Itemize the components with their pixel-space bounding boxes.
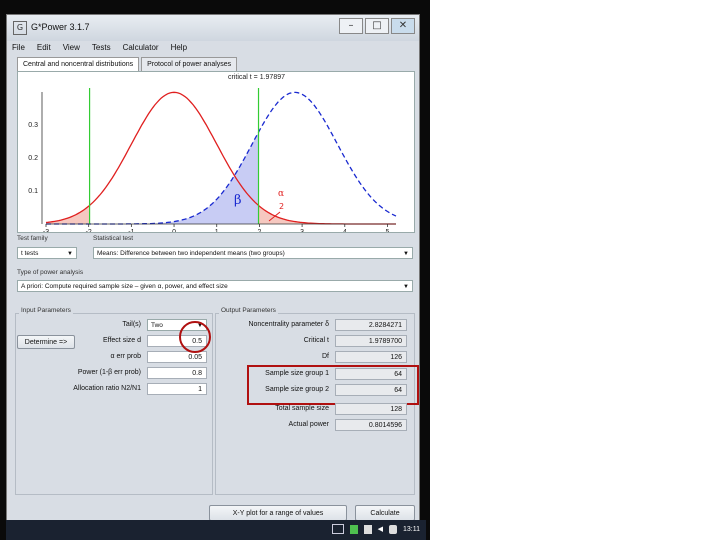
menu-calculator[interactable]: Calculator bbox=[122, 41, 160, 55]
x-tick-label: 5 bbox=[386, 229, 390, 232]
gpower-window: G G*Power 3.1.7 – □ ✕ File Edit View Tes… bbox=[6, 14, 420, 540]
keyboard-icon[interactable] bbox=[331, 524, 344, 534]
statistical-test-label: Statistical test bbox=[93, 235, 134, 242]
xy-plot-button[interactable]: X-Y plot for a range of values bbox=[209, 505, 347, 521]
total-sample-size-value: 128 bbox=[335, 403, 407, 415]
calculate-button[interactable]: Calculate bbox=[355, 505, 415, 521]
beta-region bbox=[46, 132, 259, 224]
critical-t-value: 1.9789700 bbox=[335, 335, 407, 347]
chevron-down-icon: ▼ bbox=[403, 251, 409, 257]
x-tick-label: 0 bbox=[172, 229, 176, 232]
volume-icon[interactable]: ◀ bbox=[378, 525, 383, 533]
input-parameters-title: Input Parameters bbox=[19, 307, 73, 314]
menu-bar: File Edit View Tests Calculator Help bbox=[11, 41, 188, 55]
taskbar: ◀ 13:11 bbox=[6, 520, 426, 540]
network-icon[interactable] bbox=[363, 524, 372, 534]
y-tick-label: 0.1 bbox=[28, 188, 38, 195]
x-tick-label: -3 bbox=[43, 229, 49, 232]
app-icon: G bbox=[13, 21, 27, 35]
x-tick-label: 3 bbox=[300, 229, 304, 232]
allocation-ratio-label: Allocation ratio N2/N1 bbox=[73, 385, 141, 392]
distribution-svg: -3 -2 -1 0 1 2 3 4 5 0.3 0.2 0.1 β α 2 bbox=[28, 88, 397, 232]
actual-power-label: Actual power bbox=[288, 421, 329, 428]
y-tick-label: 0.2 bbox=[28, 155, 38, 162]
type-of-analysis-label: Type of power analysis bbox=[17, 269, 84, 276]
menu-file[interactable]: File bbox=[11, 41, 26, 55]
total-sample-size-label: Total sample size bbox=[275, 405, 329, 412]
beta-label: β bbox=[234, 193, 242, 208]
alpha-label: α bbox=[278, 189, 284, 199]
statistical-test-select[interactable]: Means: Difference between two independen… bbox=[93, 247, 413, 259]
menu-tests[interactable]: Tests bbox=[91, 41, 112, 55]
taskbar-clock: 13:11 bbox=[403, 525, 420, 533]
power-input[interactable]: 0.8 bbox=[147, 367, 207, 379]
test-family-label: Test family bbox=[17, 235, 48, 242]
menu-view[interactable]: View bbox=[62, 41, 81, 55]
chevron-down-icon: ▼ bbox=[67, 251, 73, 257]
bluetooth-icon[interactable] bbox=[389, 524, 397, 534]
x-tick-label: -1 bbox=[128, 229, 134, 232]
noncentrality-label: Noncentrality parameter δ bbox=[248, 321, 329, 328]
x-tick-label: 1 bbox=[215, 229, 219, 232]
distribution-plot: critical t = 1.97897 -3-2-10123450.30.20… bbox=[17, 71, 415, 233]
output-parameters-title: Output Parameters bbox=[219, 307, 278, 314]
tab-strip: Central and noncentral distributions Pro… bbox=[17, 57, 239, 72]
effect-size-label: Effect size d bbox=[102, 337, 141, 344]
sample-size-highlight bbox=[247, 365, 419, 405]
tails-value: Two bbox=[151, 322, 163, 329]
type-of-analysis-value: A priori: Compute required sample size –… bbox=[21, 283, 228, 290]
alpha-err-input[interactable]: 0.05 bbox=[147, 351, 207, 363]
tails-label: Tail(s) bbox=[122, 321, 141, 328]
df-value: 126 bbox=[335, 351, 407, 363]
window-title: G*Power 3.1.7 bbox=[31, 22, 90, 32]
statistical-test-value: Means: Difference between two independen… bbox=[97, 250, 285, 257]
tab-protocol[interactable]: Protocol of power analyses bbox=[141, 57, 238, 72]
menu-help[interactable]: Help bbox=[170, 41, 188, 55]
critical-t-output-label: Critical t bbox=[303, 337, 329, 344]
maximize-icon[interactable]: □ bbox=[365, 18, 389, 34]
effect-size-highlight bbox=[179, 321, 211, 353]
chevron-down-icon: ▼ bbox=[403, 284, 409, 290]
battery-icon[interactable] bbox=[349, 524, 358, 534]
x-tick-label: 2 bbox=[257, 229, 261, 232]
x-tick-label: 4 bbox=[343, 229, 347, 232]
x-tick-label: -2 bbox=[86, 229, 92, 232]
test-family-value: t tests bbox=[21, 250, 39, 257]
determine-button[interactable]: Determine => bbox=[17, 335, 75, 349]
actual-power-value: 0.8014596 bbox=[335, 419, 407, 431]
noncentrality-value: 2.8284271 bbox=[335, 319, 407, 331]
y-tick-label: 0.3 bbox=[28, 122, 38, 129]
test-family-select[interactable]: t tests ▼ bbox=[17, 247, 77, 259]
system-tray: ◀ 13:11 bbox=[331, 524, 420, 534]
window-controls: – □ ✕ bbox=[339, 18, 415, 34]
title-bar: G G*Power 3.1.7 – □ ✕ bbox=[7, 15, 419, 41]
alpha-err-label: α err prob bbox=[110, 353, 141, 360]
close-icon[interactable]: ✕ bbox=[391, 18, 415, 34]
allocation-ratio-input[interactable]: 1 bbox=[147, 383, 207, 395]
df-label: Df bbox=[322, 353, 329, 360]
menu-edit[interactable]: Edit bbox=[36, 41, 52, 55]
type-of-analysis-select[interactable]: A priori: Compute required sample size –… bbox=[17, 280, 413, 292]
alpha-sub-label: 2 bbox=[279, 202, 284, 211]
power-label: Power (1-β err prob) bbox=[77, 369, 141, 376]
minimize-icon[interactable]: – bbox=[339, 18, 363, 34]
tab-distributions[interactable]: Central and noncentral distributions bbox=[17, 57, 140, 72]
